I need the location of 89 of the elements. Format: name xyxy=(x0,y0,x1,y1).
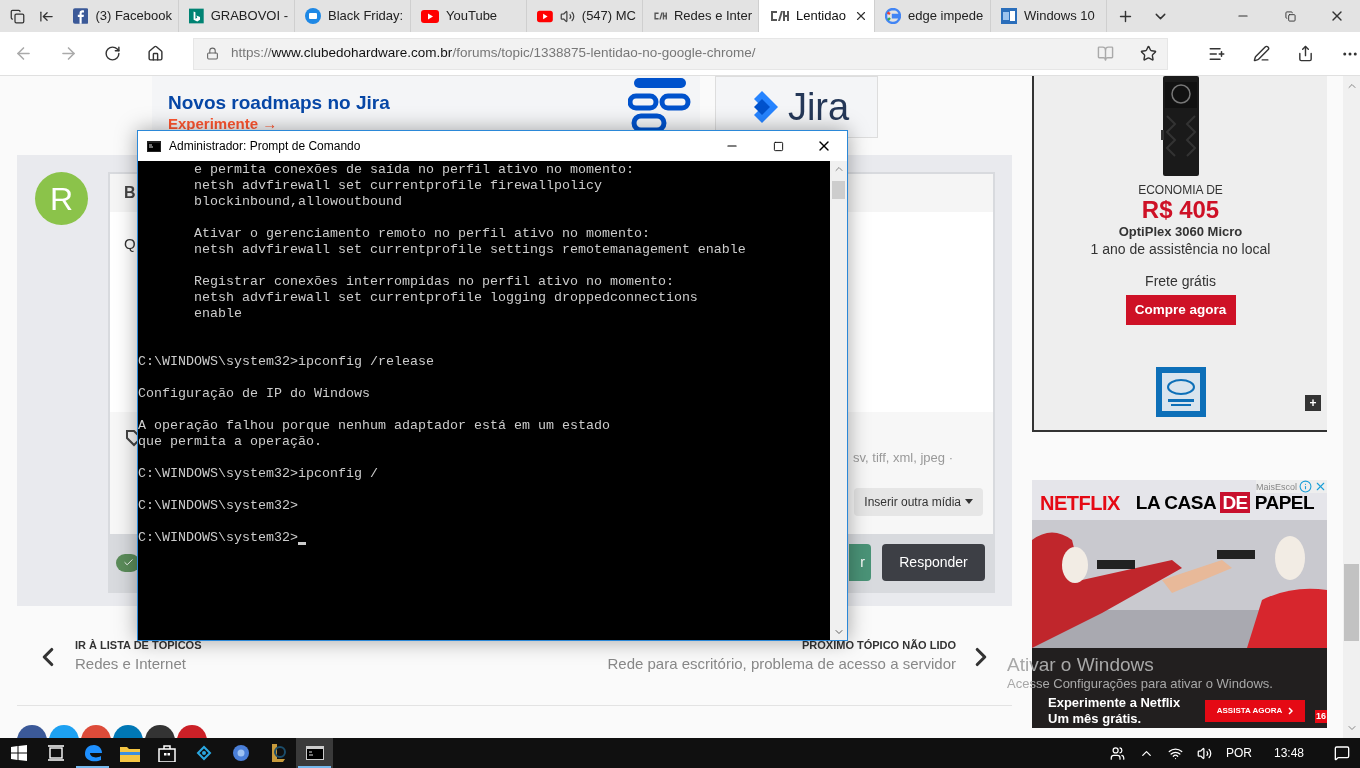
caret-icon xyxy=(965,499,973,504)
console-line: que permita a operação. xyxy=(138,434,322,450)
console-line: netsh advfirewall set currentprofile logging droppedconnections xyxy=(193,290,698,306)
watch-now-button[interactable]: ASSISTA AGORA xyxy=(1205,700,1305,722)
topic-link[interactable]: Rede para escritório, problema de acesso a servidor xyxy=(607,652,956,676)
sponsor-label: MaisEscol xyxy=(1256,480,1297,493)
ad-text: 1 ano de assistência no local xyxy=(1090,241,1271,257)
check-icon xyxy=(122,557,134,568)
shopping-bag-icon xyxy=(157,744,176,762)
notifications-button[interactable] xyxy=(1334,745,1350,761)
forum-logo-icon xyxy=(769,10,789,22)
volume-icon[interactable] xyxy=(1196,745,1212,761)
clock[interactable]: 13:48 xyxy=(1273,744,1304,762)
restore-button[interactable] xyxy=(1284,10,1296,22)
edge-icon xyxy=(82,743,103,763)
console-line: A operação falhou porque nenhum adaptador está em um estado xyxy=(138,418,610,434)
pen-button[interactable] xyxy=(1253,45,1270,62)
nav-label: IR À LISTA DE TÓPICOS xyxy=(75,638,202,652)
expand-button[interactable]: + xyxy=(1305,395,1321,411)
close-tab-button[interactable] xyxy=(854,9,868,23)
console-line: C:\WINDOWS\system32> xyxy=(138,530,298,546)
maximize-button[interactable] xyxy=(772,140,784,152)
reply-button[interactable]: Responder xyxy=(882,544,985,581)
jira-wordmark: Jira xyxy=(787,88,850,126)
ad-info-icon[interactable] xyxy=(1299,480,1312,493)
console-line: blockinbound,allowoutbound xyxy=(193,194,402,210)
ad-headline: Experimente a Netflix xyxy=(1048,695,1181,711)
scrollbar-thumb[interactable] xyxy=(832,181,845,199)
ad-subline: Um mês grátis. xyxy=(1048,711,1143,727)
lock-icon xyxy=(206,47,219,60)
tab-preview-button[interactable] xyxy=(10,8,25,24)
scrollbar-thumb[interactable] xyxy=(1344,564,1359,641)
post-text: Q xyxy=(124,235,136,252)
refresh-button[interactable] xyxy=(104,45,121,62)
age-rating-badge: 16 xyxy=(1315,709,1327,723)
bing-icon xyxy=(189,8,204,24)
share-button[interactable] xyxy=(1297,45,1314,62)
globe-app-icon xyxy=(231,744,250,762)
console-line: e permita conexões de saída no perfil ativo no momento: xyxy=(193,162,634,178)
network-icon[interactable] xyxy=(1167,745,1183,761)
people-icon[interactable] xyxy=(1109,745,1125,761)
author-name: B xyxy=(124,183,136,203)
nav-label: PRÓXIMO TÓPICO NÃO LIDO xyxy=(802,638,956,652)
network-app-icon xyxy=(194,744,213,762)
product-name: OptiPlex 3060 Micro xyxy=(1118,223,1243,241)
window-title: Administrador: Prompt de Comando xyxy=(169,138,361,155)
forum-logo-icon xyxy=(653,10,667,22)
console-line: C:\WINDOWS\system32> xyxy=(138,498,298,514)
play-icon xyxy=(537,9,553,23)
favorite-star-button[interactable] xyxy=(1140,45,1157,62)
language-indicator[interactable]: POR xyxy=(1225,744,1252,762)
console-line: C:\WINDOWS\system32>ipconfig / xyxy=(138,466,378,482)
address-field[interactable]: https://www.clubedohardware.com.br/forums/topic/1338875-lentidao-no-google-chrome/ xyxy=(193,37,1168,70)
toggle-switch[interactable] xyxy=(116,553,140,572)
play-icon xyxy=(421,9,439,23)
topic-link[interactable]: Redes e Internet xyxy=(75,652,202,676)
console-line: netsh advfirewall set currentprofile settings remotemanagement enable xyxy=(193,242,746,258)
folder-icon xyxy=(119,744,140,762)
google-icon xyxy=(885,8,901,24)
submit-button[interactable]: r xyxy=(849,544,871,581)
task-view-icon xyxy=(46,745,65,761)
ad-close-button[interactable] xyxy=(1314,480,1327,493)
console-line: Configuração de IP do Windows xyxy=(138,386,370,402)
console-line: netsh advfirewall set currentprofile firewallpolicy xyxy=(193,178,602,194)
show-title: LA CASA DE PAPEL xyxy=(1135,490,1315,515)
ad-text: Frete grátis xyxy=(1145,272,1216,290)
file-types-text: sv, tiff, xml, jpeg · xyxy=(853,449,953,467)
console-line: Registrar conexões interrompidas no perfil ativo no momento: xyxy=(193,274,674,290)
url-text: https://www.clubedohardware.com.br/forums/topic/1338875-lentidao-no-google-chrome/ xyxy=(231,44,756,63)
browser-tab[interactable]: Lentidao xyxy=(759,0,875,32)
windows-logo-icon xyxy=(10,745,27,761)
ring-icon xyxy=(305,8,321,24)
windows-doc-icon xyxy=(1001,8,1017,24)
console-line: enable xyxy=(193,306,242,322)
square-f-icon xyxy=(73,8,89,24)
insert-media-button[interactable]: Inserir outra mídia xyxy=(854,487,983,516)
ad-price: R$ 405 xyxy=(1141,197,1220,223)
home-button[interactable] xyxy=(147,45,164,62)
ad-headline: Novos roadmaps no Jira xyxy=(168,92,390,114)
taskbar-button[interactable] xyxy=(296,738,333,768)
avatar: R xyxy=(35,172,88,225)
buy-button[interactable]: Compre agora xyxy=(1125,295,1236,325)
ad-eyebrow: ECONOMIA DE xyxy=(1138,183,1223,197)
console-icon xyxy=(147,140,161,152)
chevron-icon xyxy=(1288,707,1294,715)
console-line: Ativar o gerenciamento remoto no perfil ativo no momento: xyxy=(193,226,650,242)
console-icon xyxy=(305,746,324,760)
console-line: C:\WINDOWS\system32>ipconfig /release xyxy=(138,354,434,370)
brand-wordmark: NETFLIX xyxy=(1040,491,1120,516)
